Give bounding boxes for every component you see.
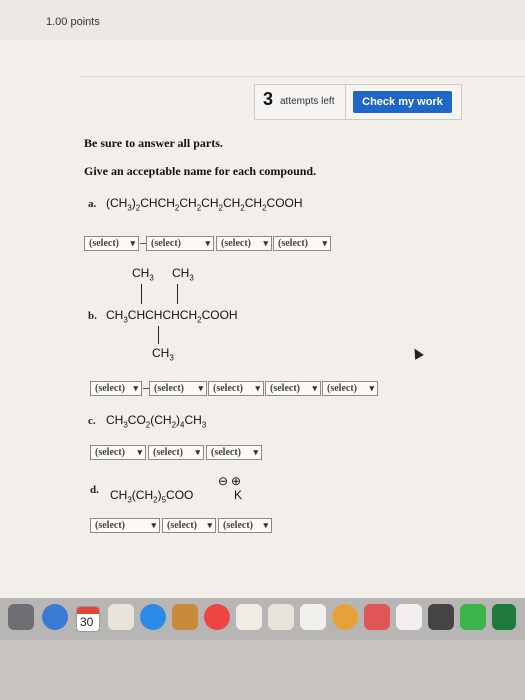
formula-text: (CH — [131, 488, 154, 502]
question-b-top-right: CH3 — [172, 266, 194, 283]
instruction-give-name: Give an acceptable name for each compoun… — [84, 164, 317, 178]
select-b-1[interactable]: (select) ▾ — [90, 381, 142, 396]
question-b-formula: CH3CHCHCHCH2COOH — [106, 308, 238, 324]
formula-text: CO — [127, 413, 146, 427]
formula-text: (CH — [106, 196, 128, 210]
question-b-letter: b. — [88, 310, 97, 322]
question-d-selects: (select) ▾ (select) ▾ (select) ▾ — [90, 518, 280, 534]
chrome-icon[interactable] — [204, 604, 230, 630]
formula-subscript: 3 — [201, 420, 207, 430]
calendar-month-band — [77, 607, 99, 614]
formula-text: CH — [106, 413, 124, 427]
select-c-1[interactable]: (select) ▾ — [90, 445, 146, 460]
question-d-cation: K — [234, 488, 243, 502]
question-a-selects: (select) ▾ (select) ▾ (select) ▾ (select) ▾ — [84, 236, 334, 252]
select-a-4[interactable]: (select) ▾ — [273, 236, 331, 251]
formula-text: CH — [201, 196, 219, 210]
attempts-box: 3 attempts left — [254, 84, 346, 120]
question-d-formula: CH3(CH2)5COO — [110, 488, 193, 504]
check-work-container: Check my work — [345, 84, 462, 120]
calendar-day: 30 — [80, 615, 94, 629]
calendar-icon[interactable]: 30 — [76, 606, 100, 632]
question-b-selects: (select) ▾ (select) ▾ (select) ▾ (select) ▾ … — [90, 381, 380, 397]
formula-text: CH — [184, 413, 202, 427]
formula-text: CH — [222, 196, 241, 210]
facetime-icon[interactable] — [460, 604, 486, 630]
settings-icon[interactable] — [428, 604, 454, 630]
select-b-3[interactable]: (select) ▾ — [208, 381, 264, 396]
question-b-top-left: CH3 — [132, 266, 154, 283]
quiz-screen: 1.00 points 3 attempts left Check my wor… — [0, 0, 525, 610]
photos-icon[interactable] — [108, 604, 134, 630]
question-c-formula: CH3CO2(CH2)4CH3 — [106, 413, 206, 429]
mouse-cursor-icon — [410, 346, 424, 360]
question-c-selects: (select) ▾ (select) ▾ (select) ▾ — [90, 445, 270, 461]
formula-text: CH — [110, 488, 128, 502]
question-c-letter: c. — [88, 415, 96, 427]
minus-charge: ⊖ — [218, 474, 229, 488]
instruction-all-parts: Be sure to answer all parts. — [84, 136, 223, 150]
select-d-1[interactable]: (select) ▾ — [90, 518, 160, 533]
select-a-1[interactable]: (select) ▾ — [84, 236, 139, 251]
attempts-count: 3 — [263, 89, 274, 109]
select-b-2[interactable]: (select) ▾ — [149, 381, 207, 396]
question-a-formula: (CH3)2CHCH2CH2CH2CH2CH2COOH — [106, 196, 303, 212]
select-d-2[interactable]: (select) ▾ — [162, 518, 216, 533]
formula-text: (CH — [150, 413, 172, 427]
top-bar: 1.00 points — [0, 0, 525, 40]
notes-icon[interactable] — [172, 604, 198, 630]
points-label: 1.00 points — [46, 16, 100, 28]
launchpad-icon[interactable] — [8, 604, 34, 630]
formula-text: COOH — [266, 196, 303, 210]
app-store-icon[interactable] — [140, 604, 166, 630]
bond-line — [141, 284, 142, 304]
formula-text: COO — [166, 488, 194, 502]
check-my-work-button[interactable]: Check my work — [353, 91, 452, 113]
reminders-icon[interactable] — [236, 604, 262, 630]
select-a-3[interactable]: (select) ▾ — [216, 236, 272, 251]
bond-line — [177, 284, 178, 304]
maps-icon[interactable] — [300, 604, 326, 630]
music-icon[interactable] — [396, 604, 422, 630]
bond-line — [158, 326, 159, 344]
formula-text: CHCHCHCH — [127, 308, 198, 322]
select-a-2[interactable]: (select) ▾ — [146, 236, 214, 251]
plus-charge: ⊕ — [231, 474, 242, 488]
select-b-5[interactable]: (select) ▾ — [322, 381, 378, 396]
news-icon[interactable] — [364, 604, 390, 630]
formula-text: CHCH — [140, 196, 175, 210]
divider — [80, 76, 525, 77]
formula-text: COOH — [201, 308, 238, 322]
excel-icon[interactable] — [492, 604, 516, 630]
safari-icon[interactable] — [42, 604, 68, 630]
question-a-letter: a. — [88, 198, 97, 210]
select-d-3[interactable]: (select) ▾ — [218, 518, 272, 533]
question-d-letter: d. — [90, 484, 99, 496]
select-c-2[interactable]: (select) ▾ — [148, 445, 204, 460]
formula-text: CH — [106, 308, 124, 322]
laptop-bezel — [0, 640, 525, 700]
attempts-label: attempts left — [280, 96, 335, 107]
contacts-icon[interactable] — [268, 604, 294, 630]
photos-flower-icon[interactable] — [332, 604, 358, 630]
select-b-4[interactable]: (select) ▾ — [265, 381, 321, 396]
formula-text: CH — [244, 196, 263, 210]
select-c-3[interactable]: (select) ▾ — [206, 445, 262, 460]
question-b-bottom: CH3 — [152, 346, 174, 363]
formula-text: CH — [179, 196, 197, 210]
